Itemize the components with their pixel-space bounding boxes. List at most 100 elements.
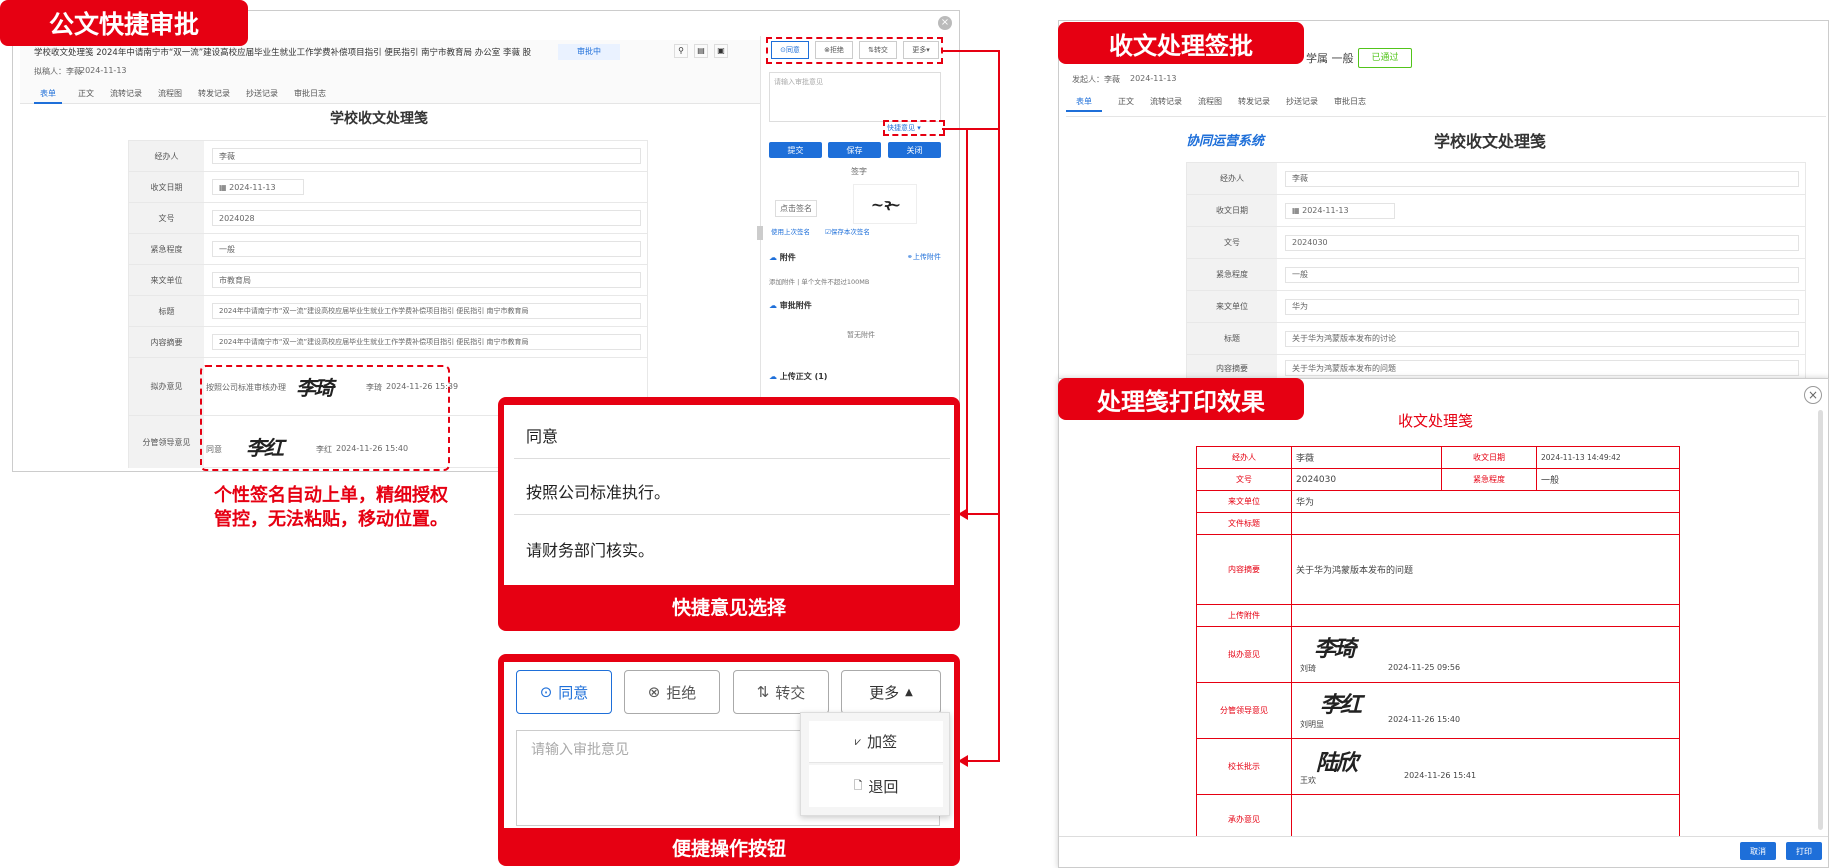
summary-field[interactable]: 关于华为鸿蒙版本发布的问题 <box>1285 360 1799 376</box>
urgency-field[interactable]: 一般 <box>212 241 641 257</box>
opinion1-text: 按照公司标准审核办理 <box>206 383 286 392</box>
sign-time: 2024-11-25 09:56 <box>1388 663 1461 672</box>
upload-body-label: 上传正文 (1) <box>779 372 828 381</box>
more-button[interactable]: 更多 ▲ <box>841 670 941 714</box>
attach-hint: 添加附件 | 单个文件不超过100MB <box>769 278 870 286</box>
close-icon[interactable]: × <box>1804 386 1822 404</box>
table-row: 校长批示 陆欣 王欢 2024-11-26 15:41 <box>1196 738 1680 795</box>
save-signature-checkbox[interactable]: ☑保存本次签名 <box>825 226 870 236</box>
collapse-handle[interactable] <box>757 226 763 240</box>
transfer-button[interactable]: ⇅ 转交 <box>859 41 897 59</box>
close-icon[interactable]: × <box>938 16 952 30</box>
tab-forward-record[interactable]: 转发记录 <box>1238 96 1270 112</box>
print-button[interactable]: 打印 <box>1786 842 1822 860</box>
quick-opinion-item[interactable]: 请财务部门核实。 <box>514 529 950 573</box>
quick-opinion-item[interactable]: 按照公司标准执行。 <box>514 471 950 515</box>
print-label: 收文日期 <box>1441 446 1537 469</box>
upload-attach-link[interactable]: ⚭上传附件 <box>907 252 941 262</box>
sign-button[interactable]: 点击签名 <box>775 200 817 217</box>
opinion-textarea[interactable]: 请输入审批意见 <box>769 72 941 122</box>
opinion2-text: 同意 <box>206 445 222 454</box>
close-button[interactable]: 关闭 <box>888 142 941 158</box>
menu-item-add-sign[interactable]: ⩗ 加签 <box>809 721 943 763</box>
handler-field[interactable]: 李薇 <box>212 148 641 164</box>
handler-field[interactable]: 李薇 <box>1285 170 1799 187</box>
field-label: 文号 <box>129 203 204 233</box>
status-badge: 审批中 <box>558 44 620 60</box>
submit-button[interactable]: 提交 <box>769 142 822 158</box>
transfer-button[interactable]: ⇅ 转交 <box>733 670 829 714</box>
opinion1-name: 李琦 <box>366 383 382 392</box>
more-dropdown-menu: ⩗ 加签 🗋 退回 <box>800 712 950 816</box>
signer-name: 刘琦 <box>1300 664 1316 673</box>
field-label: 经办人 <box>1187 163 1277 194</box>
reject-label: 拒绝 <box>829 46 844 54</box>
quick-opinion-item[interactable]: 同意 <box>514 415 950 459</box>
tab-approval-log[interactable]: 审批日志 <box>294 88 326 104</box>
form-row: 收文日期 ▦ 2024-11-13 <box>1187 195 1805 227</box>
field-label: 文号 <box>1187 227 1277 258</box>
print-label: 上传附件 <box>1196 604 1292 627</box>
agree-button[interactable]: ⊙ 同意 <box>516 670 612 714</box>
quick-actions-body: ⊙ 同意 ⊗ 拒绝 ⇅ 转交 更多 ▲ 请输入审批意见 ⩗ 加签 🗋 退回 <box>504 662 954 828</box>
fullscreen-icon[interactable]: ▣ <box>714 44 728 58</box>
source-unit-field[interactable]: 市教育局 <box>212 272 641 288</box>
pin-icon[interactable]: ⚲ <box>674 44 688 58</box>
header-tail: 学属 一般 <box>1306 52 1354 65</box>
save-button[interactable]: 保存 <box>828 142 881 158</box>
title-field[interactable]: 2024年中请南宁市“双一流”建设高校应届毕业生就业工作学费补偿项目指引 便民指… <box>212 303 641 319</box>
calendar-icon: ▦ <box>219 182 230 192</box>
source-unit-field[interactable]: 华为 <box>1285 298 1799 315</box>
tab-forward-record[interactable]: 转发记录 <box>198 88 230 104</box>
field-label: 内容摘要 <box>129 327 204 357</box>
more-button[interactable]: 更多 ▾ <box>903 41 939 59</box>
tab-flowchart[interactable]: 流程图 <box>158 88 182 104</box>
tab-form[interactable]: 表单 <box>34 88 62 104</box>
opinion2-name: 李红 <box>316 445 332 454</box>
section-tag-quick-approval: 公文快捷审批 <box>0 0 248 46</box>
drafter-label: 拟稿人：李薇 <box>34 67 82 76</box>
print-value: 关于华为鸿蒙版本发布的问题 <box>1291 534 1680 605</box>
tab-body[interactable]: 正文 <box>1118 96 1134 112</box>
date-field[interactable]: ▦ 2024-11-13 <box>1285 202 1395 219</box>
form-row: 经办人 李薇 <box>129 141 647 172</box>
tab-flow-record[interactable]: 流转记录 <box>110 88 142 104</box>
date-field[interactable]: ▦ 2024-11-13 <box>212 179 304 195</box>
tab-form[interactable]: 表单 <box>1066 96 1102 112</box>
tab-flow-record[interactable]: 流转记录 <box>1150 96 1182 112</box>
print-icon[interactable]: ▤ <box>694 44 708 58</box>
urgency-field[interactable]: 一般 <box>1285 266 1799 283</box>
agree-button[interactable]: ⊙ 同意 <box>771 41 809 59</box>
tab-approval-log[interactable]: 审批日志 <box>1334 96 1366 112</box>
print-value: 李薇 <box>1291 446 1442 469</box>
table-row: 上传附件 <box>1196 604 1680 627</box>
quick-actions-caption: 便捷操作按钮 <box>671 838 786 860</box>
agree-label: 同意 <box>785 46 800 54</box>
cloud-icon: ☁ <box>769 253 777 262</box>
form-row: 文号 2024028 <box>129 203 647 234</box>
doc-number-field[interactable]: 2024028 <box>212 210 641 226</box>
reject-button[interactable]: ⊗ 拒绝 <box>815 41 853 59</box>
quick-opinions-callout: 同意 按照公司标准执行。 请财务部门核实。 快捷意见选择 <box>498 397 960 631</box>
cancel-button[interactable]: 取消 <box>1740 842 1776 860</box>
summary-field[interactable]: 2024年中请南宁市“双一流”建设高校应届毕业生就业工作学费补偿项目指引 便民指… <box>212 334 641 350</box>
print-scrollbar[interactable] <box>1818 410 1823 830</box>
form-row: 经办人 李薇 <box>1187 163 1805 195</box>
tab-cc-record[interactable]: 抄送记录 <box>1286 96 1318 112</box>
connector-line <box>966 760 1000 762</box>
doc-number-field[interactable]: 2024030 <box>1285 234 1799 251</box>
form-row: 来文单位 市教育局 <box>129 265 647 296</box>
approval-attach-label: 审批附件 <box>779 301 812 310</box>
menu-item-return[interactable]: 🗋 退回 <box>809 765 943 807</box>
quick-opinion-button[interactable]: 快捷意见 ▾ <box>887 123 921 133</box>
print-label: 来文单位 <box>1196 490 1292 513</box>
tab-body[interactable]: 正文 <box>78 88 94 104</box>
tab-flowchart[interactable]: 流程图 <box>1198 96 1222 112</box>
last-signature-link[interactable]: 使用上次签名 <box>771 226 810 236</box>
reject-button[interactable]: ⊗ 拒绝 <box>624 670 720 714</box>
return-label: 退回 <box>868 777 899 796</box>
title-field[interactable]: 关于华为鸿蒙版本发布的讨论 <box>1285 330 1799 347</box>
date-value: 2024-11-13 <box>1302 206 1349 215</box>
cloud-icon: ☁ <box>769 372 777 381</box>
tab-cc-record[interactable]: 抄送记录 <box>246 88 278 104</box>
